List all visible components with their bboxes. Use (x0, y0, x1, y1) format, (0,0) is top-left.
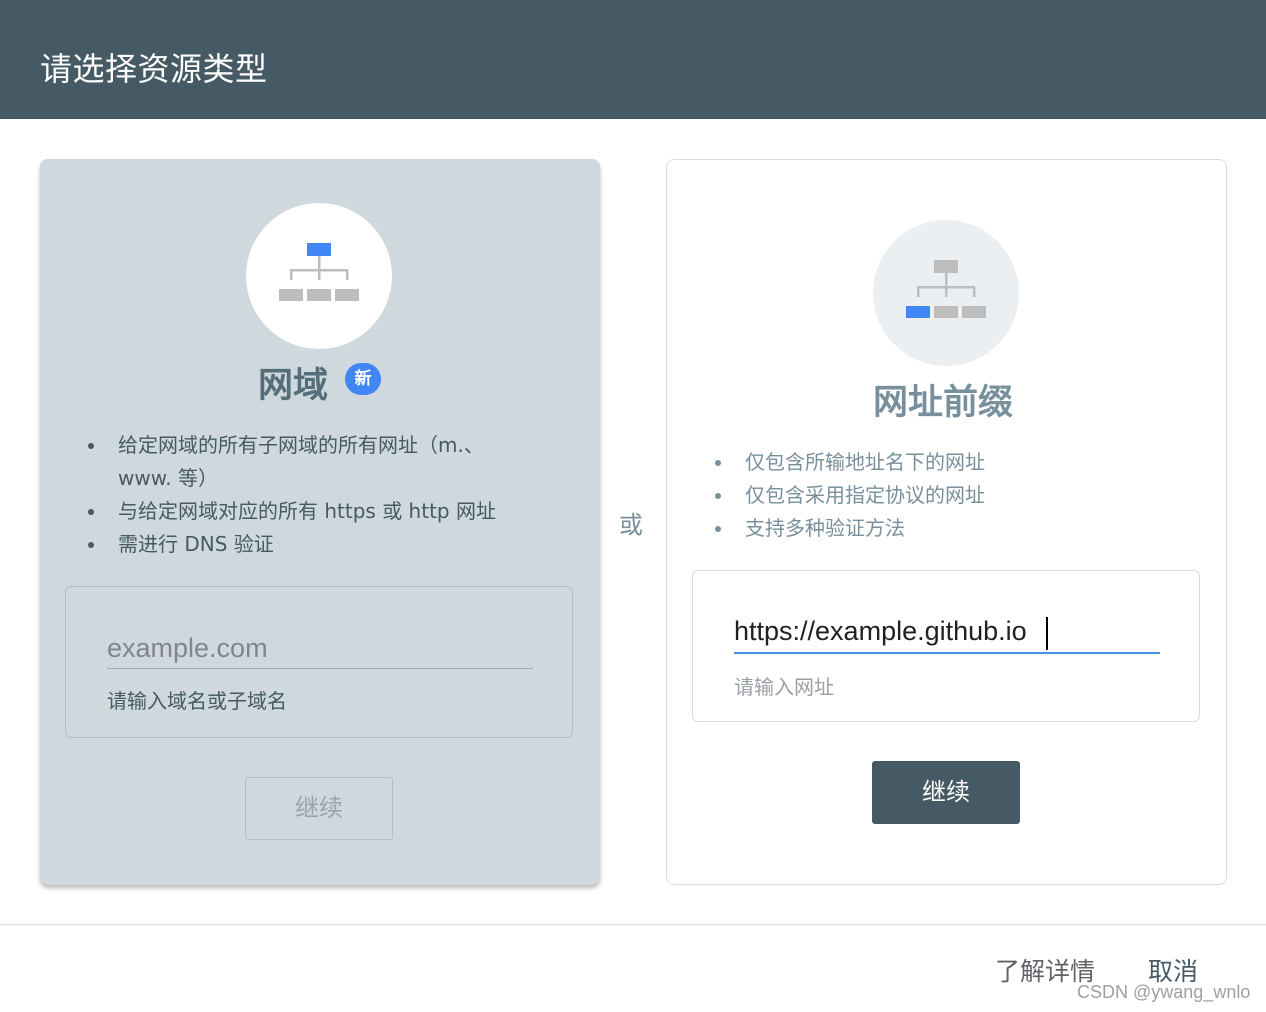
footer-divider (0, 924, 1266, 925)
text-cursor (1046, 617, 1048, 650)
url-prefix-property-card[interactable]: 网址前缀 仅包含所输地址名下的网址 仅包含采用指定协议的网址 支持多种验证方法 … (666, 159, 1227, 885)
list-item: 与给定网域对应的所有 https 或 http 网址 (88, 495, 518, 528)
prefix-bullet-list: 仅包含所输地址名下的网址 仅包含采用指定协议的网址 支持多种验证方法 (715, 446, 1175, 545)
list-item: 需进行 DNS 验证 (88, 528, 518, 561)
prefix-continue-button[interactable]: 继续 (872, 761, 1020, 824)
list-item: 给定网域的所有子网域的所有网址（m.、www. 等） (88, 429, 518, 495)
domain-input[interactable] (107, 629, 533, 669)
prefix-icon-circle (873, 220, 1019, 366)
domain-card-title: 网域 (258, 366, 329, 406)
prefix-card-title: 网址前缀 (873, 383, 1014, 423)
dialog-header: 请选择资源类型 (0, 0, 1266, 119)
list-item: 支持多种验证方法 (715, 512, 1175, 545)
new-badge: 新 (345, 363, 381, 395)
domain-input-helper: 请输入域名或子域名 (107, 689, 287, 713)
url-input-helper: 请输入网址 (734, 675, 834, 699)
sitemap-icon (906, 260, 986, 318)
sitemap-icon (279, 243, 359, 301)
domain-input-container: 请输入域名或子域名 (65, 586, 573, 738)
domain-property-card[interactable]: 网域 新 给定网域的所有子网域的所有网址（m.、www. 等） 与给定网域对应的… (40, 159, 600, 885)
dialog-title: 请选择资源类型 (40, 50, 268, 88)
url-input[interactable] (734, 611, 1160, 654)
url-input-container: 请输入网址 (692, 570, 1200, 722)
watermark: CSDN @ywang_wnlo (1077, 982, 1251, 1002)
list-item: 仅包含所输地址名下的网址 (715, 446, 1175, 479)
or-separator: 或 (619, 511, 643, 539)
domain-icon-circle (246, 203, 392, 349)
list-item: 仅包含采用指定协议的网址 (715, 479, 1175, 512)
domain-bullet-list: 给定网域的所有子网域的所有网址（m.、www. 等） 与给定网域对应的所有 ht… (88, 429, 518, 561)
domain-continue-button[interactable]: 继续 (245, 777, 393, 840)
